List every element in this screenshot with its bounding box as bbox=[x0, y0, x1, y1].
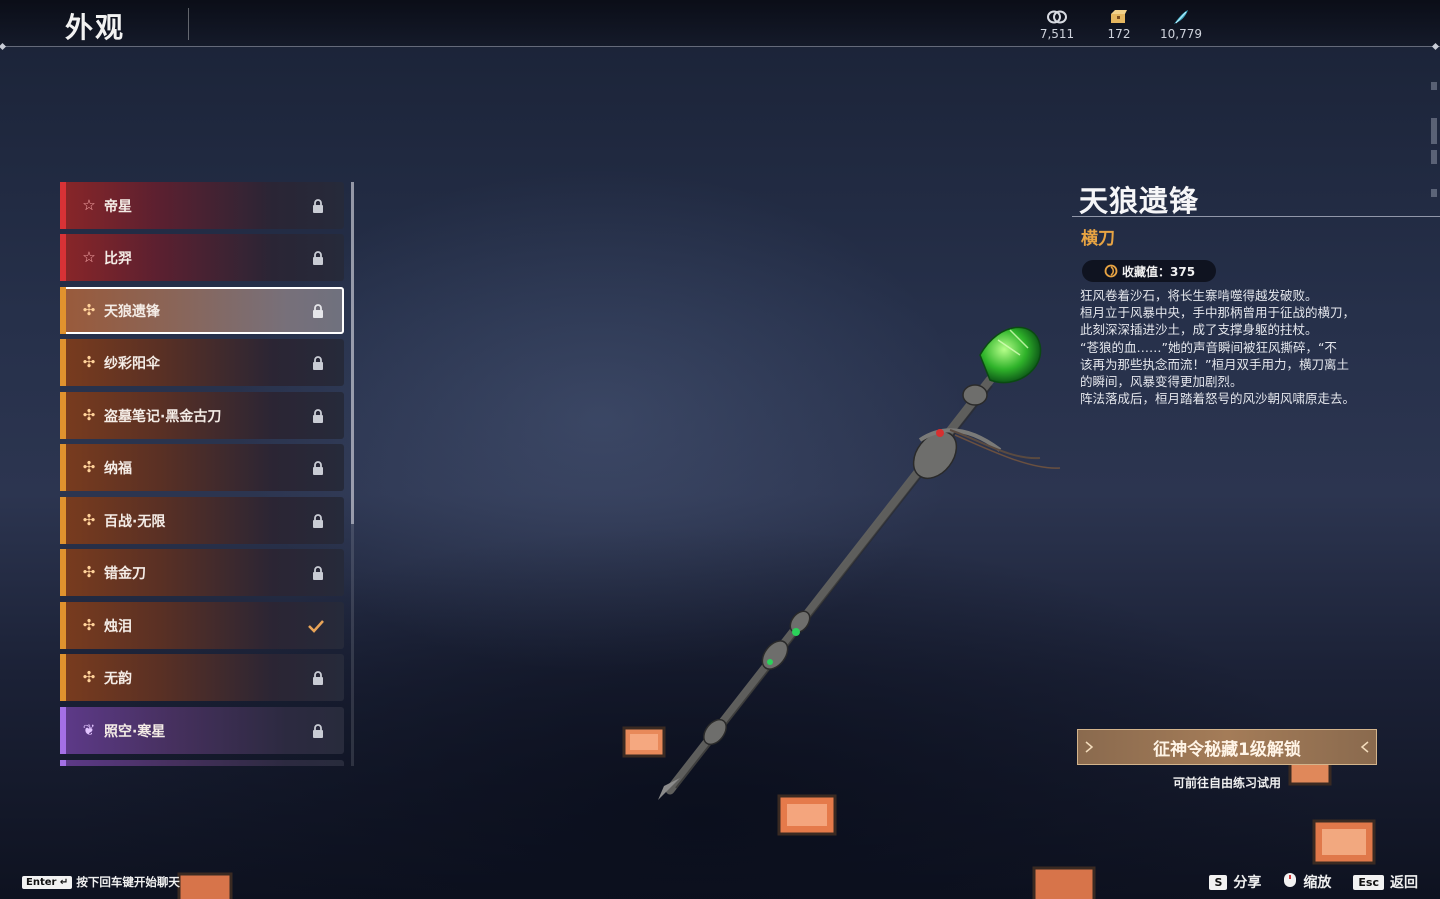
star-outline-icon: ☆ bbox=[82, 248, 96, 266]
list-item[interactable]: ✣ 无韵 bbox=[60, 654, 344, 701]
lock-icon bbox=[312, 513, 324, 532]
right-edge-marker bbox=[1431, 150, 1437, 164]
list-item[interactable]: ✣ 烛泪 bbox=[60, 602, 344, 649]
petal-cross-icon: ✣ bbox=[82, 406, 96, 424]
title-separator bbox=[188, 8, 189, 40]
lock-icon bbox=[312, 408, 324, 427]
lock-icon bbox=[312, 723, 324, 742]
item-title: 天狼遗锋 bbox=[1079, 184, 1200, 218]
enter-key: Enter ↵ bbox=[22, 875, 73, 889]
title-underline bbox=[1072, 216, 1440, 217]
right-edge-marker bbox=[1431, 189, 1437, 197]
collection-badge: 收藏值：375 bbox=[1082, 260, 1216, 282]
zoom-button[interactable]: 缩放 bbox=[1283, 872, 1331, 892]
item-name: 照空·寒星 bbox=[104, 724, 166, 740]
item-name: 错金刀 bbox=[104, 566, 146, 582]
item-name: 盗墓笔记·黑金古刀 bbox=[104, 409, 222, 425]
lock-icon bbox=[312, 670, 324, 689]
lock-icon bbox=[312, 198, 324, 217]
list-item[interactable]: ☆ 帝星 bbox=[60, 182, 344, 229]
item-name: 百战·无限 bbox=[104, 514, 166, 530]
floating-lantern bbox=[1032, 866, 1096, 899]
petal-cross-icon: ✣ bbox=[82, 616, 96, 634]
share-button[interactable]: S 分享 bbox=[1209, 872, 1261, 892]
back-button[interactable]: Esc 返回 bbox=[1353, 872, 1418, 892]
treasure-chest-icon bbox=[1089, 8, 1149, 26]
collection-icon bbox=[1104, 264, 1118, 278]
chevron-left-icon bbox=[1360, 741, 1369, 753]
list-item[interactable]: ✣ 百战·无限 bbox=[60, 497, 344, 544]
trefoil-icon: ❦ bbox=[82, 721, 96, 739]
item-description: 狂风卷着沙石，将长生寨啃噬得越发破败。 桓月立于风暴中央，手中那柄曾用于征战的横… bbox=[1080, 288, 1356, 407]
lock-icon bbox=[312, 355, 324, 374]
list-item[interactable]: ✣ 盗墓笔记·黑金古刀 bbox=[60, 392, 344, 439]
lock-icon bbox=[312, 303, 324, 322]
petal-cross-icon: ✣ bbox=[82, 353, 96, 371]
lock-icon bbox=[312, 565, 324, 584]
top-divider bbox=[0, 42, 1440, 51]
item-name: 烛泪 bbox=[104, 619, 132, 635]
list-item[interactable]: ❦ 照空·寒星 bbox=[60, 707, 344, 754]
floating-lantern bbox=[622, 726, 666, 758]
currency-feather-token: 10,779 bbox=[1151, 8, 1211, 41]
item-type: 横刀 bbox=[1081, 229, 1115, 249]
lock-icon bbox=[312, 250, 324, 269]
list-item[interactable]: ☆ 比羿 bbox=[60, 234, 344, 281]
feather-token-icon bbox=[1151, 8, 1211, 26]
chat-hint[interactable]: Enter ↵ 按下回车键开始聊天 bbox=[22, 874, 180, 890]
list-item[interactable]: ✣ 错金刀 bbox=[60, 549, 344, 596]
checkmark-icon bbox=[308, 618, 324, 637]
floating-lantern bbox=[777, 794, 837, 836]
item-name: 帝星 bbox=[104, 199, 132, 215]
unlock-button[interactable]: 征神令秘藏1级解锁 bbox=[1077, 729, 1377, 765]
item-name: 纱彩阳伞 bbox=[104, 356, 160, 372]
chevron-right-icon bbox=[1085, 741, 1094, 753]
currency-mask-coin: 7,511 bbox=[1027, 8, 1087, 41]
lock-icon bbox=[312, 460, 324, 479]
mask-coin-icon bbox=[1027, 8, 1087, 26]
right-edge-marker bbox=[1431, 118, 1437, 144]
page-title: 外观 bbox=[65, 11, 126, 44]
list-item[interactable]: ✣ 纳福 bbox=[60, 444, 344, 491]
list-item-partial[interactable] bbox=[60, 760, 344, 766]
floating-lantern bbox=[1312, 819, 1376, 865]
mouse-icon bbox=[1283, 872, 1297, 892]
list-item-selected[interactable]: ✣ 天狼遗锋 bbox=[60, 287, 344, 334]
petal-cross-icon: ✣ bbox=[82, 458, 96, 476]
star-outline-icon: ☆ bbox=[82, 196, 96, 214]
petal-cross-icon: ✣ bbox=[82, 563, 96, 581]
unlock-hint-link[interactable]: 可前往自由练习试用 bbox=[1077, 774, 1377, 791]
petal-cross-icon: ✣ bbox=[82, 511, 96, 529]
currency-treasure-chest: 172 bbox=[1089, 8, 1149, 41]
item-name: 天狼遗锋 bbox=[104, 304, 160, 320]
bottom-controls: S 分享 缩放 Esc 返回 bbox=[1187, 872, 1418, 892]
floating-lantern bbox=[177, 872, 233, 899]
item-name: 比羿 bbox=[104, 251, 132, 267]
top-bar bbox=[0, 0, 1440, 47]
petal-cross-icon: ✣ bbox=[82, 668, 96, 686]
item-name: 无韵 bbox=[104, 671, 132, 687]
list-item[interactable]: ✣ 纱彩阳伞 bbox=[60, 339, 344, 386]
right-edge-marker bbox=[1431, 82, 1437, 90]
petal-cross-icon: ✣ bbox=[82, 301, 96, 319]
skin-list[interactable]: ☆ 帝星 ☆ 比羿 ✣ 天狼遗锋 ✣ 纱彩阳伞 ✣ 盗墓笔记·黑金古刀 ✣ 纳福… bbox=[60, 182, 345, 766]
list-scrollbar-thumb[interactable] bbox=[351, 182, 354, 524]
item-name: 纳福 bbox=[104, 461, 132, 477]
